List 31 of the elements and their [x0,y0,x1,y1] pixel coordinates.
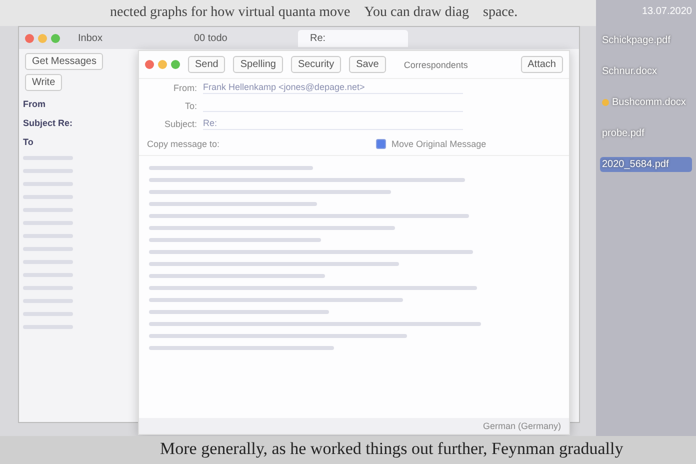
field-label: Subject: [163,119,197,129]
window-controls-icon[interactable] [25,34,60,42]
copy-label: Copy message to: [147,139,220,149]
book-text: More generally, as he worked things out further, Feynman gradually [160,439,624,458]
mail-tab[interactable]: Re: [298,30,408,46]
attach-button[interactable]: Attach [520,56,563,73]
desktop-file[interactable]: 2020_5684.pdf [600,157,692,172]
toolbar-button[interactable]: Security [290,56,342,73]
book-text: You can draw diag [364,5,469,21]
date-label: 13.07.2020 [640,6,692,17]
header-label: Subject Re: [23,118,74,128]
toolbar-button[interactable]: Get Messages [25,53,104,70]
toolbar-button[interactable]: Send [188,56,226,73]
address-field[interactable]: Frank Hellenkamp <jones@depage.net> [203,82,463,94]
column-header: Correspondents [404,60,468,70]
field-label: From: [172,83,197,93]
checkbox[interactable] [376,139,386,149]
mail-tab[interactable]: 00 todo [182,30,292,46]
toolbar-button[interactable]: Write [25,74,62,91]
address-field[interactable]: Re: [203,118,463,130]
mail-tab[interactable]: Inbox [66,30,176,46]
header-label: From [23,99,46,109]
book-text: nected graphs for how virtual quanta move [110,5,350,21]
field-label: To: [184,101,197,111]
toolbar-button[interactable]: Save [349,56,386,73]
window-controls-icon[interactable] [145,60,180,69]
book-text: space. [483,5,518,21]
header-label: To [23,137,34,147]
toolbar-button[interactable]: Spelling [233,56,283,73]
checkbox-label: Move Original Message [392,139,486,149]
language-label: German (Germany) [482,421,561,431]
